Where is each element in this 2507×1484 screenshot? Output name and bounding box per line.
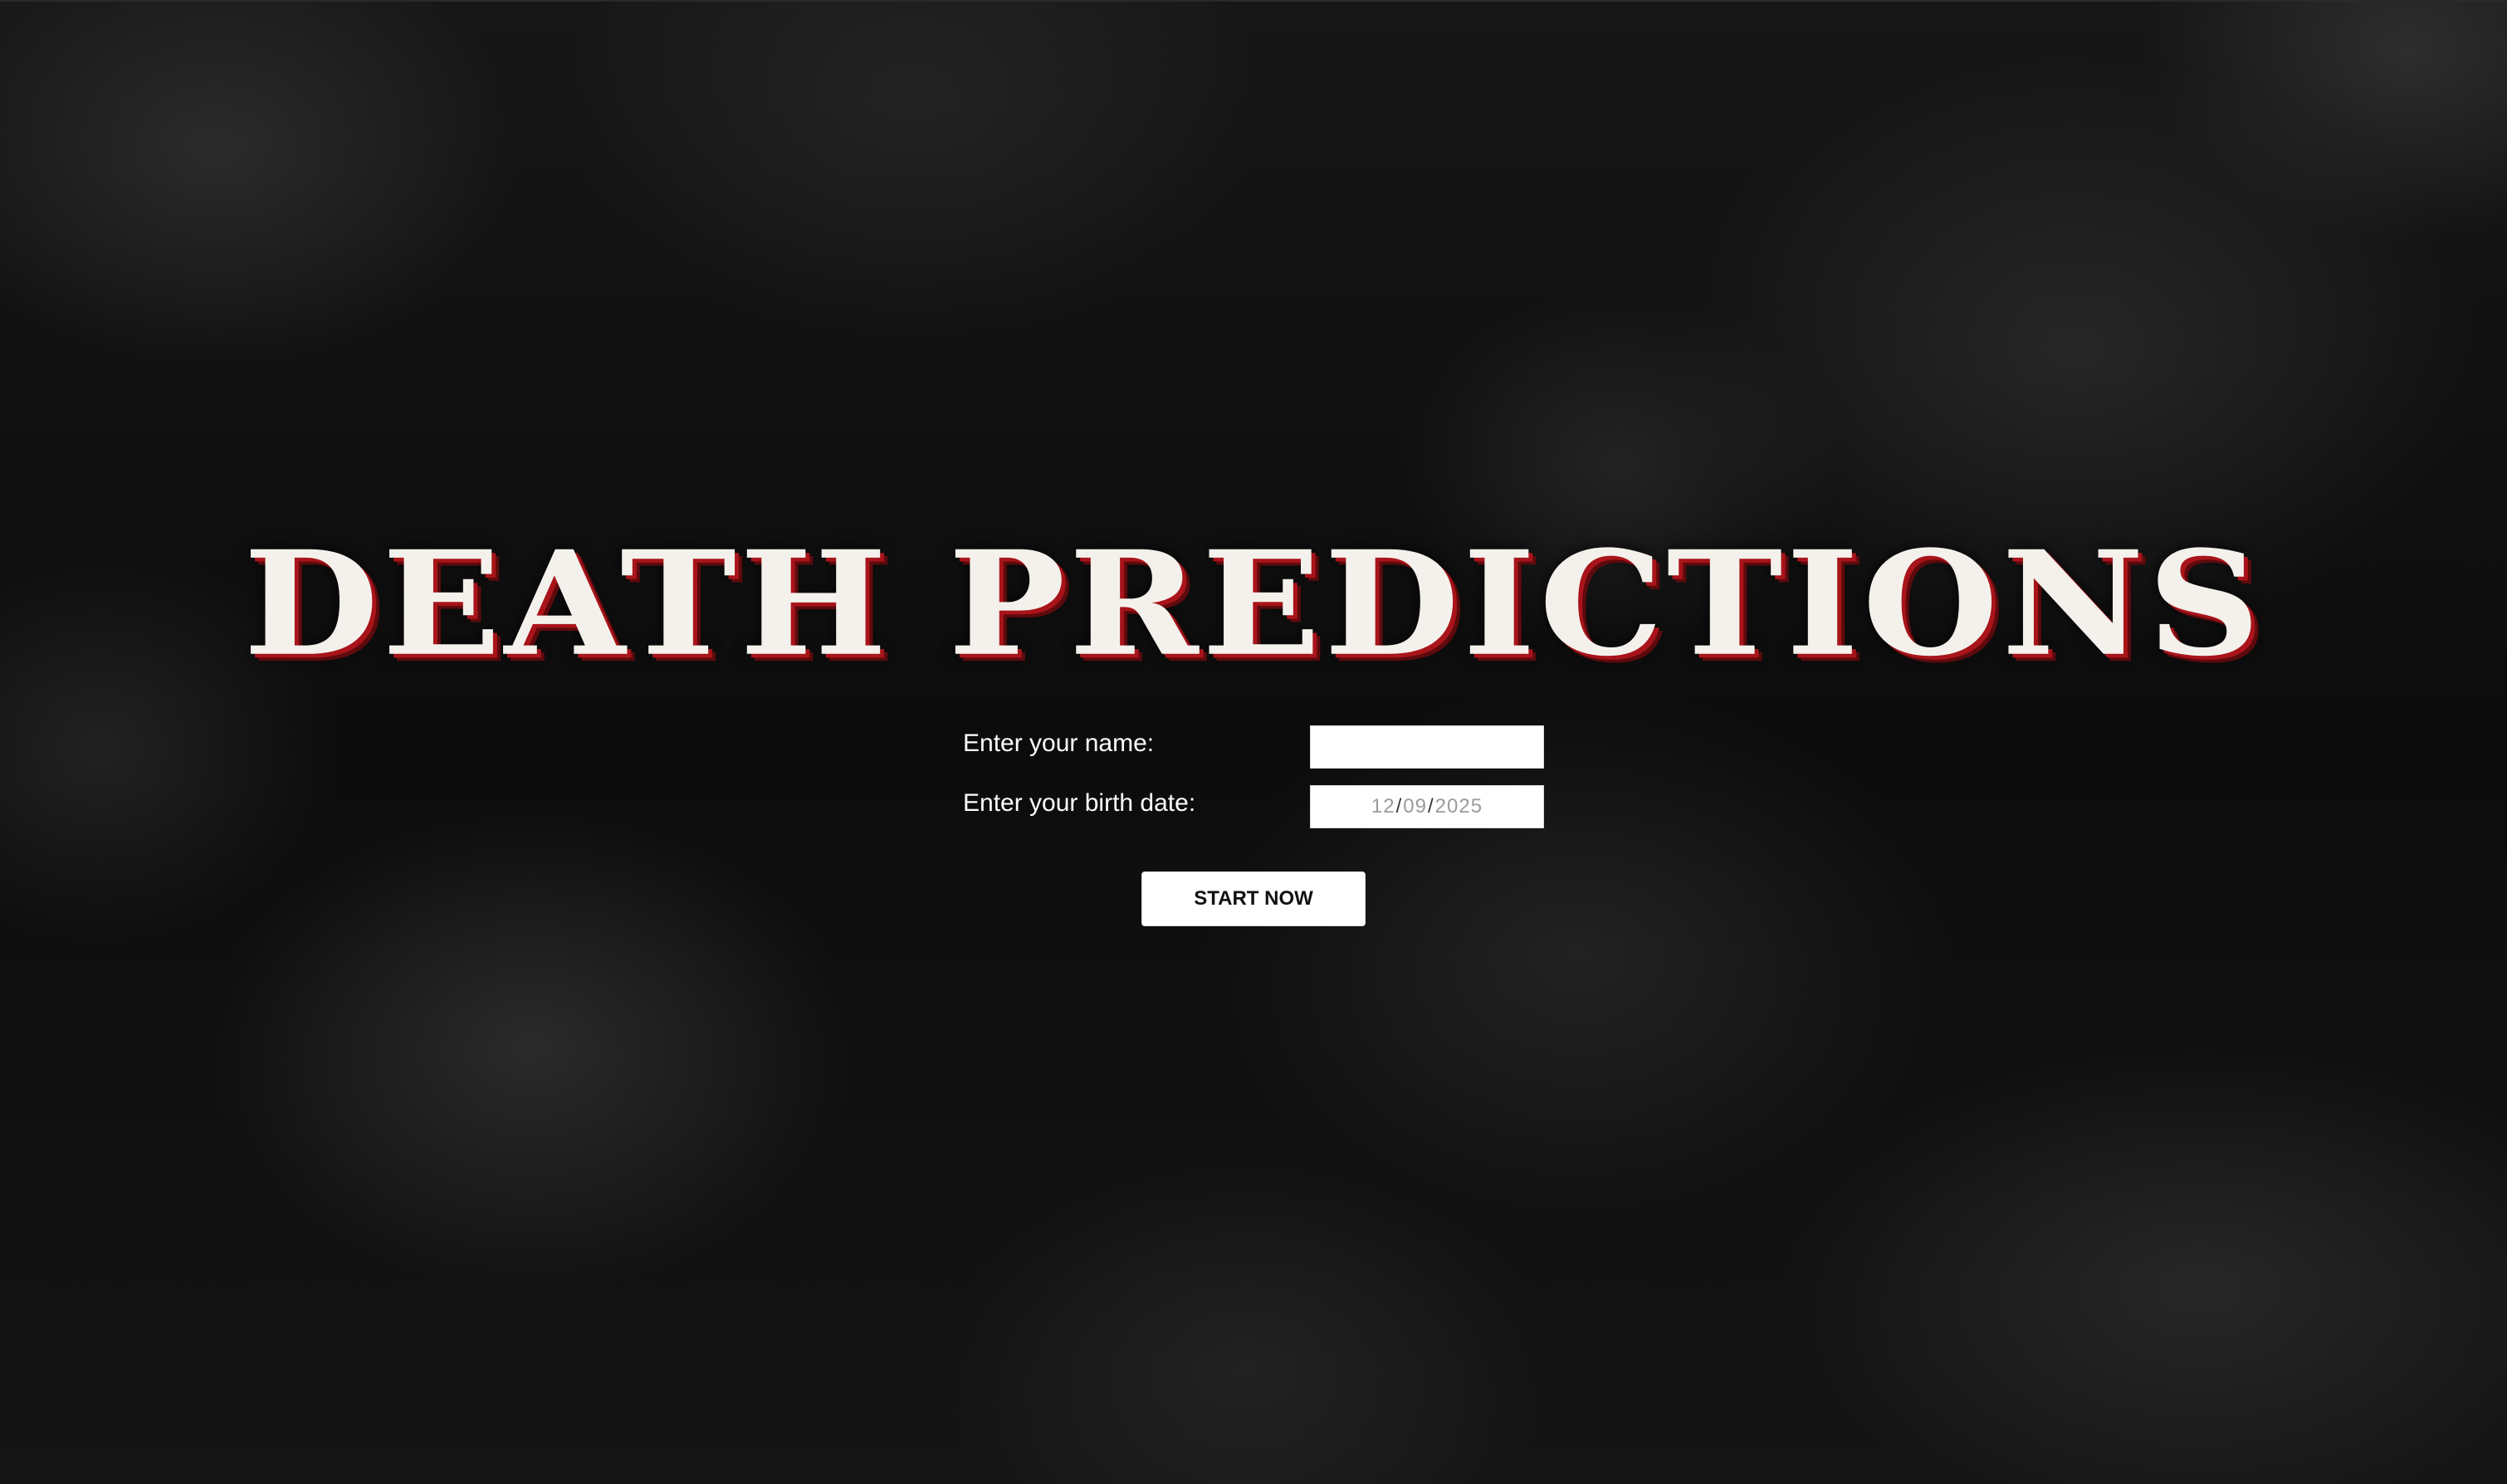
date-separator: / bbox=[1428, 795, 1434, 818]
page-background: DEATH PREDICTIONS Enter your name: Enter… bbox=[0, 0, 2507, 1484]
birth-year-segment[interactable]: 2025 bbox=[1435, 795, 1483, 818]
birth-day-segment[interactable]: 09 bbox=[1403, 795, 1427, 818]
name-input[interactable] bbox=[1310, 725, 1544, 769]
name-label: Enter your name: bbox=[963, 730, 1155, 757]
start-now-button[interactable]: START NOW bbox=[1141, 871, 1366, 926]
birth-date-row: Enter your birth date: 12 / 09 / 2025 bbox=[963, 783, 1544, 843]
top-edge-divider bbox=[0, 0, 2507, 2]
name-row: Enter your name: bbox=[963, 724, 1544, 783]
prediction-form: Enter your name: Enter your birth date: … bbox=[963, 724, 1544, 843]
birth-date-input[interactable]: 12 / 09 / 2025 bbox=[1310, 785, 1544, 828]
birth-date-label: Enter your birth date: bbox=[963, 789, 1196, 817]
date-separator: / bbox=[1395, 795, 1403, 818]
page-title: DEATH PREDICTIONS bbox=[243, 519, 2264, 689]
birth-month-segment[interactable]: 12 bbox=[1371, 795, 1395, 818]
